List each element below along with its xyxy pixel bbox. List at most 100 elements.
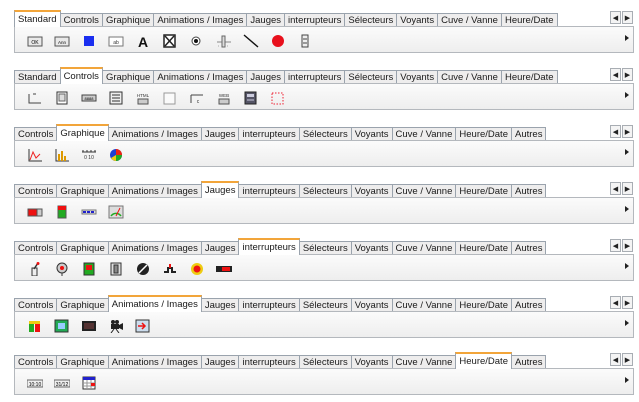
date-display-icon[interactable]: 31/12 — [53, 376, 71, 390]
tab-cuve-vanne[interactable]: Cuve / Vanne — [391, 241, 457, 255]
tab-voyants[interactable]: Voyants — [350, 241, 393, 255]
tablet-icon[interactable] — [54, 91, 70, 105]
tab-graphique[interactable]: Graphique — [56, 241, 109, 255]
tab-scroll-left-button[interactable]: ◀ — [610, 353, 621, 366]
tab-controls[interactable]: Controls — [14, 298, 58, 312]
dotted-box-icon[interactable] — [270, 91, 286, 105]
tab-animations-images[interactable]: Animations / Images — [107, 355, 202, 369]
tab-heure-date[interactable]: Heure/Date — [455, 298, 512, 312]
tab-voyants[interactable]: Voyants — [350, 298, 393, 312]
tab-heure-date[interactable]: Heure/Date — [455, 127, 512, 141]
list-icon[interactable] — [108, 91, 124, 105]
tab-interrupteurs[interactable]: interrupteurs — [238, 184, 300, 198]
document-icon[interactable] — [243, 91, 259, 105]
video-icon[interactable] — [81, 319, 97, 333]
tab-scroll-left-button[interactable]: ◀ — [610, 296, 621, 309]
tab-standard[interactable]: Standard — [14, 10, 61, 27]
tab-graphique[interactable]: Graphique — [56, 355, 109, 369]
more-arrow-icon[interactable] — [625, 377, 629, 383]
tab-voyants[interactable]: Voyants — [350, 184, 393, 198]
tab-autres[interactable]: Autres — [510, 355, 547, 369]
tab-autres[interactable]: Autres — [510, 184, 547, 198]
textbox-icon[interactable]: ab — [108, 34, 124, 48]
tab-sélecteurs[interactable]: Sélecteurs — [344, 13, 398, 27]
tab-scroll-right-button[interactable]: ▶ — [622, 68, 633, 81]
tab-sélecteurs[interactable]: Sélecteurs — [344, 70, 398, 84]
tab-cuve-vanne[interactable]: Cuve / Vanne — [391, 184, 457, 198]
tab-sélecteurs[interactable]: Sélecteurs — [298, 355, 352, 369]
tab-controls[interactable]: Controls — [14, 355, 58, 369]
tab-animations-images[interactable]: Animations / Images — [107, 184, 202, 198]
tab-jauges[interactable]: Jauges — [200, 241, 240, 255]
checkbox-cross-icon[interactable] — [162, 34, 178, 48]
tab-autres[interactable]: Autres — [510, 241, 547, 255]
tab-jauges[interactable]: Jauges — [246, 13, 286, 27]
tab-scroll-right-button[interactable]: ▶ — [622, 11, 633, 24]
rotary-switch-icon[interactable] — [54, 262, 70, 276]
tab-autres[interactable]: Autres — [510, 127, 547, 141]
calendar-icon[interactable] — [81, 376, 97, 390]
tab-scroll-right-button[interactable]: ▶ — [622, 353, 633, 366]
tab-controls[interactable]: Controls — [59, 67, 103, 84]
more-arrow-icon[interactable] — [625, 320, 629, 326]
scale-icon[interactable]: 0 10 — [81, 148, 97, 162]
tab-graphique[interactable]: Graphique — [101, 13, 155, 27]
tab-animations-images[interactable]: Animations / Images — [107, 295, 202, 312]
tab-jauges[interactable]: Jauges — [200, 127, 240, 141]
combo-icon[interactable]: c — [189, 91, 205, 105]
tab-voyants[interactable]: Voyants — [396, 70, 439, 84]
tab-jauges[interactable]: Jauges — [200, 298, 240, 312]
ok-button-icon[interactable]: OK — [27, 34, 43, 48]
html-icon[interactable]: HTML — [135, 91, 151, 105]
text-a-icon[interactable]: A — [135, 34, 151, 50]
tab-heure-date[interactable]: Heure/Date — [500, 13, 558, 27]
tab-sélecteurs[interactable]: Sélecteurs — [298, 127, 352, 141]
horizontal-gauge-icon[interactable] — [27, 205, 43, 219]
tab-scroll-right-button[interactable]: ▶ — [622, 296, 633, 309]
more-arrow-icon[interactable] — [625, 206, 629, 212]
push-button-icon[interactable] — [189, 262, 205, 276]
line-chart-icon[interactable] — [27, 148, 43, 162]
image-icon[interactable] — [54, 319, 70, 333]
tab-interrupteurs[interactable]: interrupteurs — [284, 13, 346, 27]
tab-heure-date[interactable]: Heure/Date — [500, 70, 558, 84]
tab-scroll-left-button[interactable]: ◀ — [610, 239, 621, 252]
tab-scroll-left-button[interactable]: ◀ — [610, 125, 621, 138]
time-display-icon[interactable]: 10:10 — [26, 376, 44, 390]
tab-cuve-vanne[interactable]: Cuve / Vanne — [437, 13, 502, 27]
tab-scroll-left-button[interactable]: ◀ — [610, 68, 621, 81]
tab-heure-date[interactable]: Heure/Date — [455, 352, 512, 369]
import-icon[interactable] — [135, 319, 151, 333]
more-arrow-icon[interactable] — [625, 35, 629, 41]
bar-chart-icon[interactable] — [54, 148, 70, 162]
pie-chart-icon[interactable] — [108, 148, 124, 162]
tab-animations-images[interactable]: Animations / Images — [107, 127, 202, 141]
traffic-switch-icon[interactable] — [81, 262, 97, 276]
vertical-gauge-icon[interactable] — [54, 205, 70, 219]
tab-graphique[interactable]: Graphique — [56, 124, 109, 141]
slider-icon[interactable] — [216, 34, 232, 48]
tab-standard[interactable]: Standard — [14, 70, 61, 84]
tab-animations-images[interactable]: Animations / Images — [153, 13, 248, 27]
more-arrow-icon[interactable] — [625, 263, 629, 269]
tab-scroll-right-button[interactable]: ▶ — [622, 239, 633, 252]
tab-animations-images[interactable]: Animations / Images — [107, 241, 202, 255]
tab-interrupteurs[interactable]: interrupteurs — [284, 70, 346, 84]
panel-switch-icon[interactable] — [108, 262, 124, 276]
more-arrow-icon[interactable] — [625, 149, 629, 155]
tab-voyants[interactable]: Voyants — [350, 355, 393, 369]
valve-switch-icon[interactable] — [162, 262, 178, 276]
tab-animations-images[interactable]: Animations / Images — [153, 70, 248, 84]
blank-box-icon[interactable] — [162, 91, 178, 105]
tab-controls[interactable]: Controls — [14, 241, 58, 255]
tab-voyants[interactable]: Voyants — [350, 127, 393, 141]
tab-interrupteurs[interactable]: interrupteurs — [238, 238, 300, 255]
tab-interrupteurs[interactable]: interrupteurs — [238, 355, 300, 369]
more-arrow-icon[interactable] — [625, 92, 629, 98]
red-circle-icon[interactable] — [270, 34, 286, 48]
tab-scroll-left-button[interactable]: ◀ — [610, 182, 621, 195]
animation-icon[interactable] — [27, 319, 43, 333]
dial-gauge-icon[interactable] — [108, 205, 124, 219]
camera-icon[interactable] — [108, 319, 124, 334]
tab-autres[interactable]: Autres — [510, 298, 547, 312]
